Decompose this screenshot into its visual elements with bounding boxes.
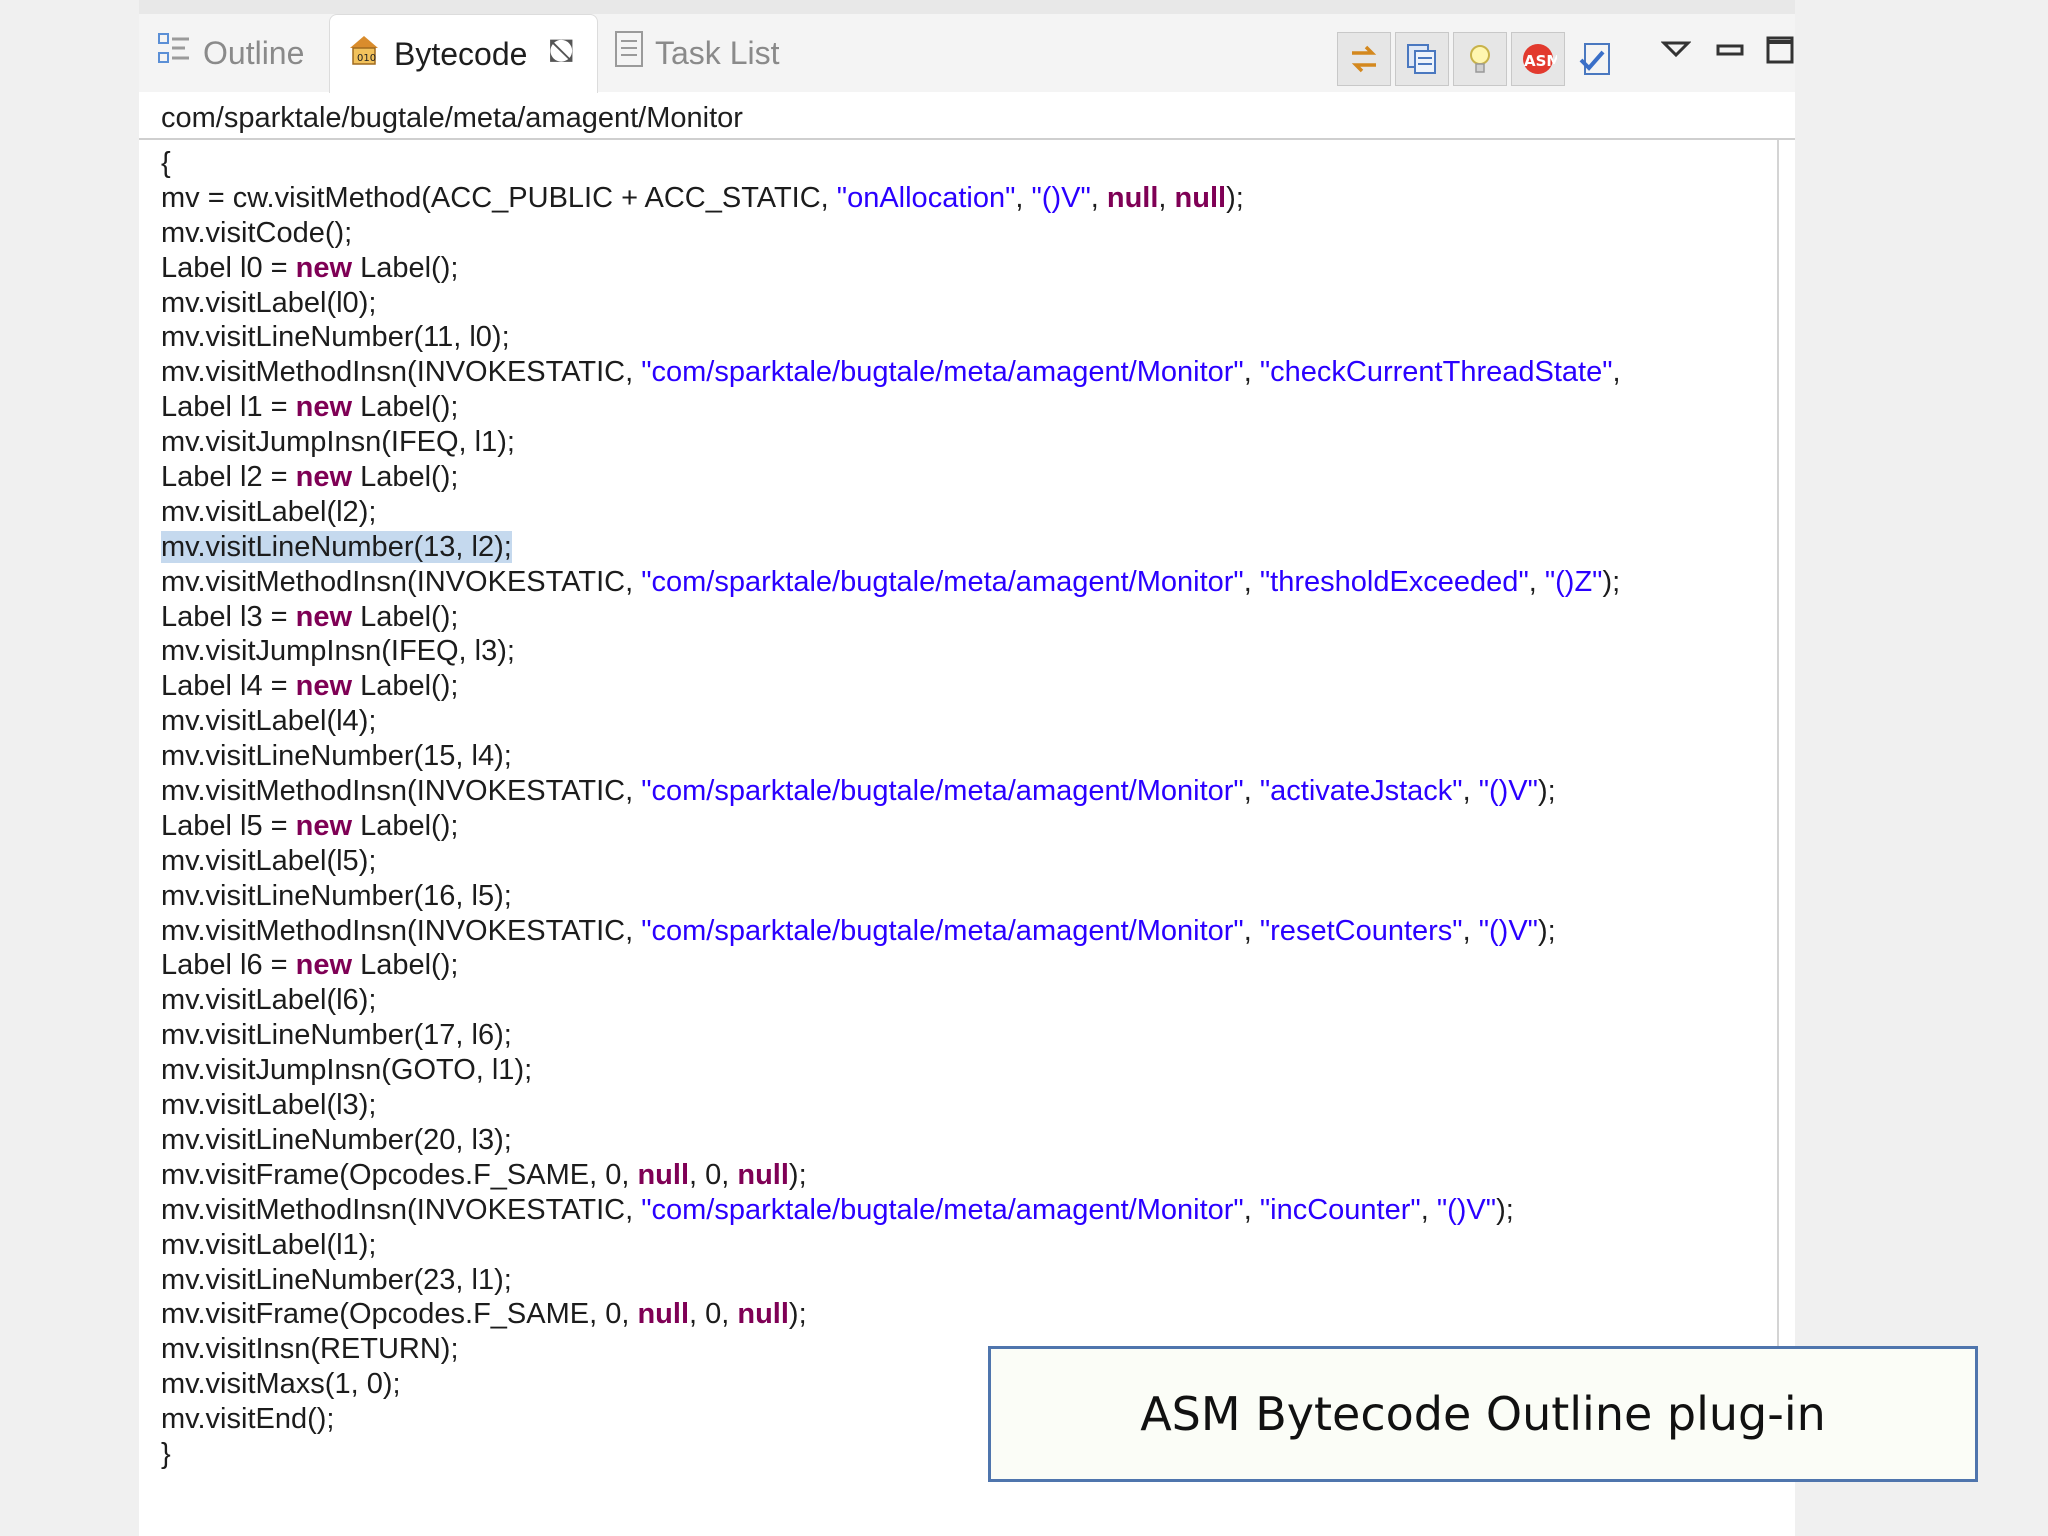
- bytecode-view-panel: Outline 010 Bytecode ⛞ Task List ASM com…: [139, 0, 1795, 1536]
- maximize-icon: [1766, 36, 1794, 64]
- code-line: mv.visitLineNumber(13, l2);: [161, 530, 512, 563]
- tab-task-list-label: Task List: [655, 34, 780, 71]
- minimize-icon: [1716, 44, 1744, 56]
- svg-text:010: 010: [357, 53, 376, 64]
- code-line: mv.visitLabel(l6);: [161, 984, 377, 1017]
- minimize-button[interactable]: [1715, 34, 1745, 68]
- slide-caption-box: ASM Bytecode Outline plug-in: [988, 1346, 1978, 1482]
- path-divider: [139, 138, 1795, 140]
- code-line: Label l0 = new Label();: [161, 251, 459, 284]
- verify-button[interactable]: [1569, 32, 1623, 86]
- tab-task-list[interactable]: Task List: [613, 14, 779, 92]
- tab-bytecode[interactable]: 010 Bytecode ⛞: [329, 14, 599, 93]
- code-line: mv.visitMethodInsn(INVOKESTATIC, "com/sp…: [161, 356, 1621, 389]
- code-line: mv.visitMethodInsn(INVOKESTATIC, "com/sp…: [161, 914, 1556, 947]
- code-line: Label l3 = new Label();: [161, 600, 459, 633]
- link-with-editor-icon: [1351, 45, 1377, 73]
- close-tab-icon[interactable]: ⛞: [547, 32, 575, 76]
- panel-top-strip: [139, 0, 1795, 14]
- tab-outline[interactable]: Outline: [157, 14, 304, 92]
- code-line: mv.visitJumpInsn(GOTO, l1);: [161, 1054, 533, 1087]
- maximize-button[interactable]: [1765, 34, 1795, 74]
- verify-icon: [1579, 43, 1610, 75]
- code-line: mv.visitMethodInsn(INVOKESTATIC, "com/sp…: [161, 1193, 1514, 1226]
- code-line: Label l5 = new Label();: [161, 809, 459, 842]
- outline-icon: [157, 31, 193, 75]
- tab-outline-label: Outline: [203, 34, 305, 71]
- code-line: mv.visitLineNumber(15, l4);: [161, 740, 512, 773]
- view-menu-icon: [1660, 41, 1692, 58]
- class-path-label: com/sparktale/bugtale/meta/amagent/Monit…: [161, 102, 743, 134]
- slide-caption-text: ASM Bytecode Outline plug-in: [1140, 1387, 1826, 1441]
- bytecode-text-area[interactable]: {mv = cw.visitMethod(ACC_PUBLIC + ACC_ST…: [161, 146, 1621, 1472]
- code-line: mv.visitLabel(l2);: [161, 495, 377, 528]
- code-line: Label l4 = new Label();: [161, 670, 459, 703]
- hints-button[interactable]: [1453, 32, 1507, 86]
- tab-bytecode-label: Bytecode: [394, 35, 528, 72]
- code-line: mv.visitLineNumber(23, l1);: [161, 1263, 512, 1296]
- code-line: mv.visitMethodInsn(INVOKESTATIC, "com/sp…: [161, 565, 1621, 598]
- code-line: mv.visitLabel(l1);: [161, 1228, 377, 1261]
- code-line: mv.visitFrame(Opcodes.F_SAME, 0, null, 0…: [161, 1158, 807, 1191]
- code-line: mv.visitLineNumber(11, l0);: [161, 321, 510, 354]
- show-raw-bytecode-icon: [1407, 44, 1436, 74]
- svg-text:ASM: ASM: [1524, 52, 1557, 70]
- code-line: mv.visitCode();: [161, 216, 353, 249]
- code-line: mv.visitLabel(l3);: [161, 1089, 377, 1122]
- editor-right-border: [1777, 140, 1779, 1360]
- code-line: mv.visitLineNumber(16, l5);: [161, 879, 512, 912]
- task-list-icon: [613, 30, 645, 76]
- code-line: Label l1 = new Label();: [161, 391, 459, 424]
- code-line: mv.visitJumpInsn(IFEQ, l3);: [161, 635, 515, 668]
- link-with-editor-button[interactable]: [1337, 32, 1391, 86]
- code-line: mv = cw.visitMethod(ACC_PUBLIC + ACC_STA…: [161, 181, 1244, 214]
- code-line: mv.visitLineNumber(20, l3);: [161, 1123, 512, 1156]
- code-line: mv.visitLabel(l4);: [161, 705, 377, 738]
- code-line: mv.visitMethodInsn(INVOKESTATIC, "com/sp…: [161, 775, 1556, 808]
- code-line: mv.visitLabel(l0);: [161, 286, 377, 319]
- bytecode-icon: 010: [344, 30, 384, 78]
- asm-icon: ASM: [1523, 44, 1557, 74]
- view-menu-button[interactable]: [1660, 34, 1692, 68]
- view-toolbar: ASM: [1337, 32, 1627, 86]
- code-line: Label l2 = new Label();: [161, 461, 459, 494]
- show-raw-bytecode-button[interactable]: [1395, 32, 1449, 86]
- code-line: mv.visitJumpInsn(IFEQ, l1);: [161, 426, 515, 459]
- hints-icon: [1470, 45, 1490, 73]
- code-line: Label l6 = new Label();: [161, 949, 459, 982]
- code-line: {: [161, 147, 171, 179]
- code-line: mv.visitFrame(Opcodes.F_SAME, 0, null, 0…: [161, 1298, 807, 1331]
- asm-button[interactable]: ASM: [1511, 32, 1565, 86]
- code-line: mv.visitLabel(l5);: [161, 844, 377, 877]
- view-tab-bar: Outline 010 Bytecode ⛞ Task List ASM: [139, 14, 1795, 93]
- code-line: mv.visitLineNumber(17, l6);: [161, 1019, 512, 1052]
